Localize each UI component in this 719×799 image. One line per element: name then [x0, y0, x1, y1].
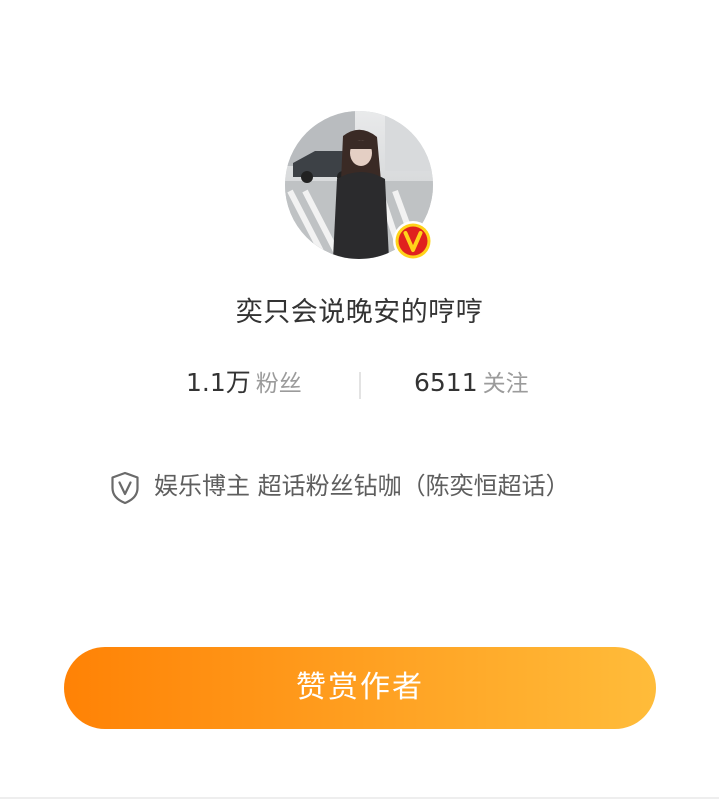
- verification-text: 娱乐博主 超话粉丝钻咖（陈奕恒超话）: [154, 472, 570, 500]
- fans-stat[interactable]: 1.1万 粉丝: [186, 362, 302, 404]
- follow-count: 6511: [414, 368, 478, 397]
- profile-stats: 1.1万 粉丝 6511 关注: [0, 362, 719, 404]
- author-profile-page: 奕只会说晚安的哼哼 1.1万 粉丝 6511 关注 娱乐博主 超话粉丝钻咖（陈奕恒超…: [0, 0, 719, 799]
- reward-author-button[interactable]: 赞赏作者: [64, 647, 656, 729]
- fans-count: 1.1万: [186, 368, 251, 397]
- follow-stat[interactable]: 6511 关注: [414, 362, 529, 404]
- fans-label: 粉丝: [255, 371, 302, 397]
- verified-v-icon: [392, 220, 434, 262]
- follow-label: 关注: [482, 371, 529, 397]
- stats-divider: [359, 372, 361, 399]
- shield-v-icon: [110, 471, 140, 505]
- profile-nickname: 奕只会说晚安的哼哼: [235, 297, 484, 328]
